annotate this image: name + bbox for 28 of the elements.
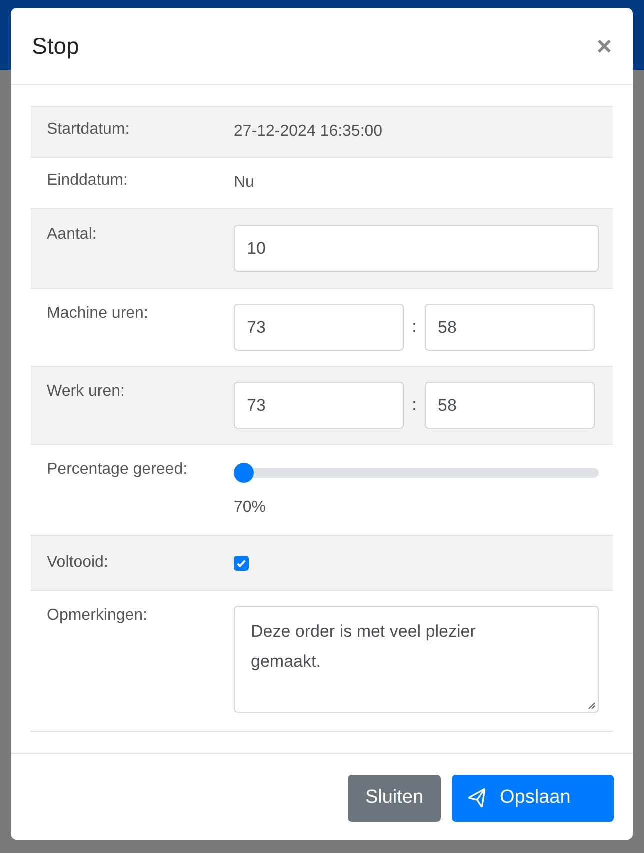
field-label: Startdatum:	[46, 120, 131, 140]
close-button[interactable]: ×	[596, 33, 612, 59]
field-value: 27-12-2024 16:35:00	[234, 122, 383, 142]
field-label: Einddatum:	[46, 171, 129, 191]
save-button[interactable]: Opslaan	[452, 775, 614, 822]
completed-checkbox[interactable]	[234, 556, 249, 570]
field-label: Werk uren:	[46, 382, 126, 402]
field-label: Opmerkingen:	[46, 606, 148, 626]
close-dialog-button[interactable]: Sluiten	[348, 775, 441, 822]
hours-input[interactable]: 73	[234, 382, 404, 429]
field-label: Aantal:	[46, 225, 98, 245]
dialog-title: Stop	[32, 32, 80, 61]
field-label: Voltooid:	[46, 553, 110, 573]
hours-input[interactable]: 73	[234, 304, 404, 351]
resize-handle-icon[interactable]	[588, 702, 596, 710]
field-value: Nu	[234, 173, 254, 193]
minutes-input[interactable]: 58	[425, 304, 595, 351]
slider-thumb[interactable]	[234, 463, 254, 483]
minutes-input[interactable]: 58	[425, 382, 595, 429]
check-icon	[236, 558, 247, 568]
field-label: Machine uren:	[46, 304, 150, 324]
remarks-textarea[interactable]: Deze order is met veel plezier gemaakt.	[234, 606, 599, 713]
time-separator: :	[411, 318, 418, 338]
quantity-input[interactable]: 10	[234, 225, 599, 272]
time-separator: :	[411, 396, 418, 416]
percentage-reading: 70%	[234, 498, 268, 518]
field-label: Percentage gereed:	[46, 460, 189, 480]
percentage-slider[interactable]	[234, 463, 599, 483]
